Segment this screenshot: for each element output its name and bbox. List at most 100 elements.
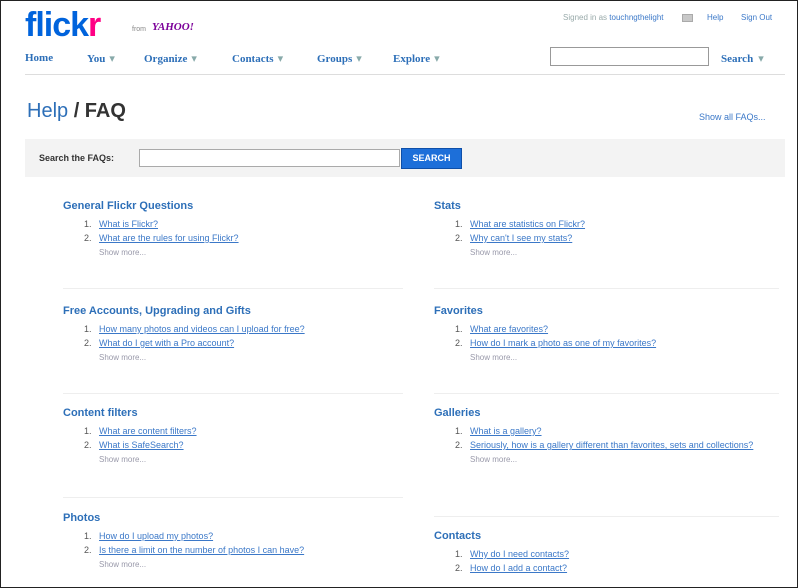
faq-search-label: Search the FAQs:	[39, 153, 115, 163]
faq-search-input[interactable]	[139, 149, 400, 167]
show-more-link[interactable]: Show more...	[434, 351, 779, 365]
item-number: 2.	[84, 545, 92, 555]
signed-in-user-link[interactable]: touchngthelight	[609, 13, 663, 22]
question-list: 1. What are statistics on Flickr? 2. Why c…	[434, 217, 779, 245]
nav-groups[interactable]: Groups ▾	[317, 52, 362, 65]
faq-question-link[interactable]: Is there a limit on the number of photos…	[99, 545, 304, 555]
item-number: 1.	[84, 531, 92, 541]
chevron-down-icon: ▾	[758, 53, 764, 65]
faq-question-link[interactable]: How do I upload my photos?	[99, 531, 213, 541]
show-more-link[interactable]: Show more...	[434, 246, 779, 260]
nav-divider	[25, 74, 785, 75]
faq-question-link[interactable]: What is a gallery?	[470, 426, 542, 436]
nav-organize[interactable]: Organize ▾	[144, 52, 197, 65]
chevron-down-icon: ▾	[191, 53, 197, 65]
section-divider	[434, 288, 779, 289]
show-more-link[interactable]: Show more...	[434, 453, 779, 467]
yahoo-logo: YAHOO!	[152, 21, 194, 33]
faq-question-link[interactable]: How many photos and videos can I upload …	[99, 324, 305, 334]
list-item: 2. How do I mark a photo as one of my fav…	[434, 336, 779, 350]
list-item: 2. What are the rules for using Flickr?	[63, 231, 403, 245]
faq-question-link[interactable]: What are statistics on Flickr?	[470, 219, 585, 229]
title-rest: / FAQ	[68, 100, 126, 122]
nav-home-label: Home	[25, 52, 54, 64]
section-divider	[434, 393, 779, 394]
list-item: 2. Why can't I see my stats?	[434, 231, 779, 245]
section-divider	[63, 393, 403, 394]
faq-search-bar: Search the FAQs: SEARCH	[25, 139, 785, 177]
list-item: 2. What is SafeSearch?	[63, 438, 403, 452]
chevron-down-icon: ▾	[109, 53, 115, 65]
nav-contacts[interactable]: Contacts ▾	[232, 52, 283, 65]
section-title: Free Accounts, Upgrading and Gifts	[63, 305, 251, 317]
section-divider	[63, 288, 403, 289]
question-list: 1. What are favorites? 2. How do I mark a …	[434, 322, 779, 350]
item-number: 2.	[84, 233, 92, 243]
faq-question-link[interactable]: Seriously, how is a gallery different th…	[470, 440, 753, 450]
faq-section: Photos 1. How do I upload my photos? 2. Is…	[63, 511, 403, 572]
faq-section: Favorites 1. What are favorites? 2. How do…	[434, 304, 779, 365]
chevron-down-icon: ▾	[434, 53, 440, 65]
chevron-down-icon: ▾	[277, 53, 284, 65]
nav-home[interactable]: Home	[25, 52, 53, 64]
help-link[interactable]: Help	[707, 13, 723, 22]
faq-question-link[interactable]: What are favorites?	[470, 324, 548, 334]
section-title: Galleries	[434, 407, 481, 419]
section-title: Content filters	[63, 407, 138, 419]
faq-section: General Flickr Questions 1. What is Flick…	[63, 199, 403, 260]
browser-frame: flickr from YAHOO! Signed in as touchngt…	[0, 0, 798, 588]
faq-question-link[interactable]: What are content filters?	[99, 426, 197, 436]
list-item: 1. What are statistics on Flickr?	[434, 217, 779, 231]
faq-section: Free Accounts, Upgrading and Gifts 1. How…	[63, 304, 403, 365]
show-more-link[interactable]: Show more...	[63, 246, 403, 260]
signed-in-status: Signed in as touchngthelight	[563, 13, 664, 22]
faq-search-button[interactable]: SEARCH	[401, 148, 462, 169]
from-text: from	[132, 26, 146, 33]
section-title: Stats	[434, 200, 461, 212]
show-more-link[interactable]: Show more...	[63, 558, 403, 572]
show-all-faqs-link[interactable]: Show all FAQs...	[699, 112, 766, 122]
mail-icon[interactable]	[682, 14, 693, 22]
item-number: 2.	[84, 338, 92, 348]
nav-contacts-label: Contacts	[232, 53, 274, 65]
chevron-down-icon: ▾	[356, 53, 362, 65]
list-item: 1. What is a gallery?	[434, 424, 779, 438]
section-divider	[63, 497, 403, 498]
nav-search-button[interactable]: Search ▾	[721, 52, 764, 65]
list-item: 2. How do I add a contact?	[434, 561, 779, 575]
nav-groups-label: Groups	[317, 53, 353, 65]
item-number: 2.	[455, 233, 463, 243]
flickr-logo[interactable]: flickr	[25, 7, 101, 43]
faq-question-link[interactable]: What is Flickr?	[99, 219, 158, 229]
faq-section: Galleries 1. What is a gallery? 2. Serious…	[434, 406, 779, 467]
list-item: 1. What are content filters?	[63, 424, 403, 438]
question-list: 1. What is a gallery? 2. Seriously, how is…	[434, 424, 779, 452]
faq-question-link[interactable]: Why can't I see my stats?	[470, 233, 572, 243]
section-divider	[434, 516, 779, 517]
show-more-link[interactable]: Show more...	[63, 453, 403, 467]
title-help-link[interactable]: Help	[27, 100, 68, 122]
faq-question-link[interactable]: What are the rules for using Flickr?	[99, 233, 239, 243]
faq-question-link[interactable]: What do I get with a Pro account?	[99, 338, 234, 348]
list-item: 1. What is Flickr?	[63, 217, 403, 231]
nav-search-input[interactable]	[550, 47, 709, 66]
nav-you[interactable]: You ▾	[87, 52, 115, 65]
item-number: 2.	[455, 563, 463, 573]
sign-out-link[interactable]: Sign Out	[741, 13, 772, 22]
question-list: 1. What is Flickr? 2. What are the rules f…	[63, 217, 403, 245]
item-number: 1.	[455, 219, 463, 229]
question-list: 1. Why do I need contacts? 2. How do I add…	[434, 547, 779, 575]
nav-explore[interactable]: Explore ▾	[393, 52, 440, 65]
faq-question-link[interactable]: Why do I need contacts?	[470, 549, 569, 559]
show-more-link[interactable]: Show more...	[63, 351, 403, 365]
faq-question-link[interactable]: What is SafeSearch?	[99, 440, 184, 450]
item-number: 2.	[84, 440, 92, 450]
item-number: 1.	[84, 324, 92, 334]
faq-section: Content filters 1. What are content filte…	[63, 406, 403, 467]
item-number: 1.	[84, 426, 92, 436]
list-item: 2. Seriously, how is a gallery different …	[434, 438, 779, 452]
faq-question-link[interactable]: How do I add a contact?	[470, 563, 567, 573]
faq-question-link[interactable]: How do I mark a photo as one of my favor…	[470, 338, 656, 348]
question-list: 1. What are content filters? 2. What is Sa…	[63, 424, 403, 452]
list-item: 1. What are favorites?	[434, 322, 779, 336]
